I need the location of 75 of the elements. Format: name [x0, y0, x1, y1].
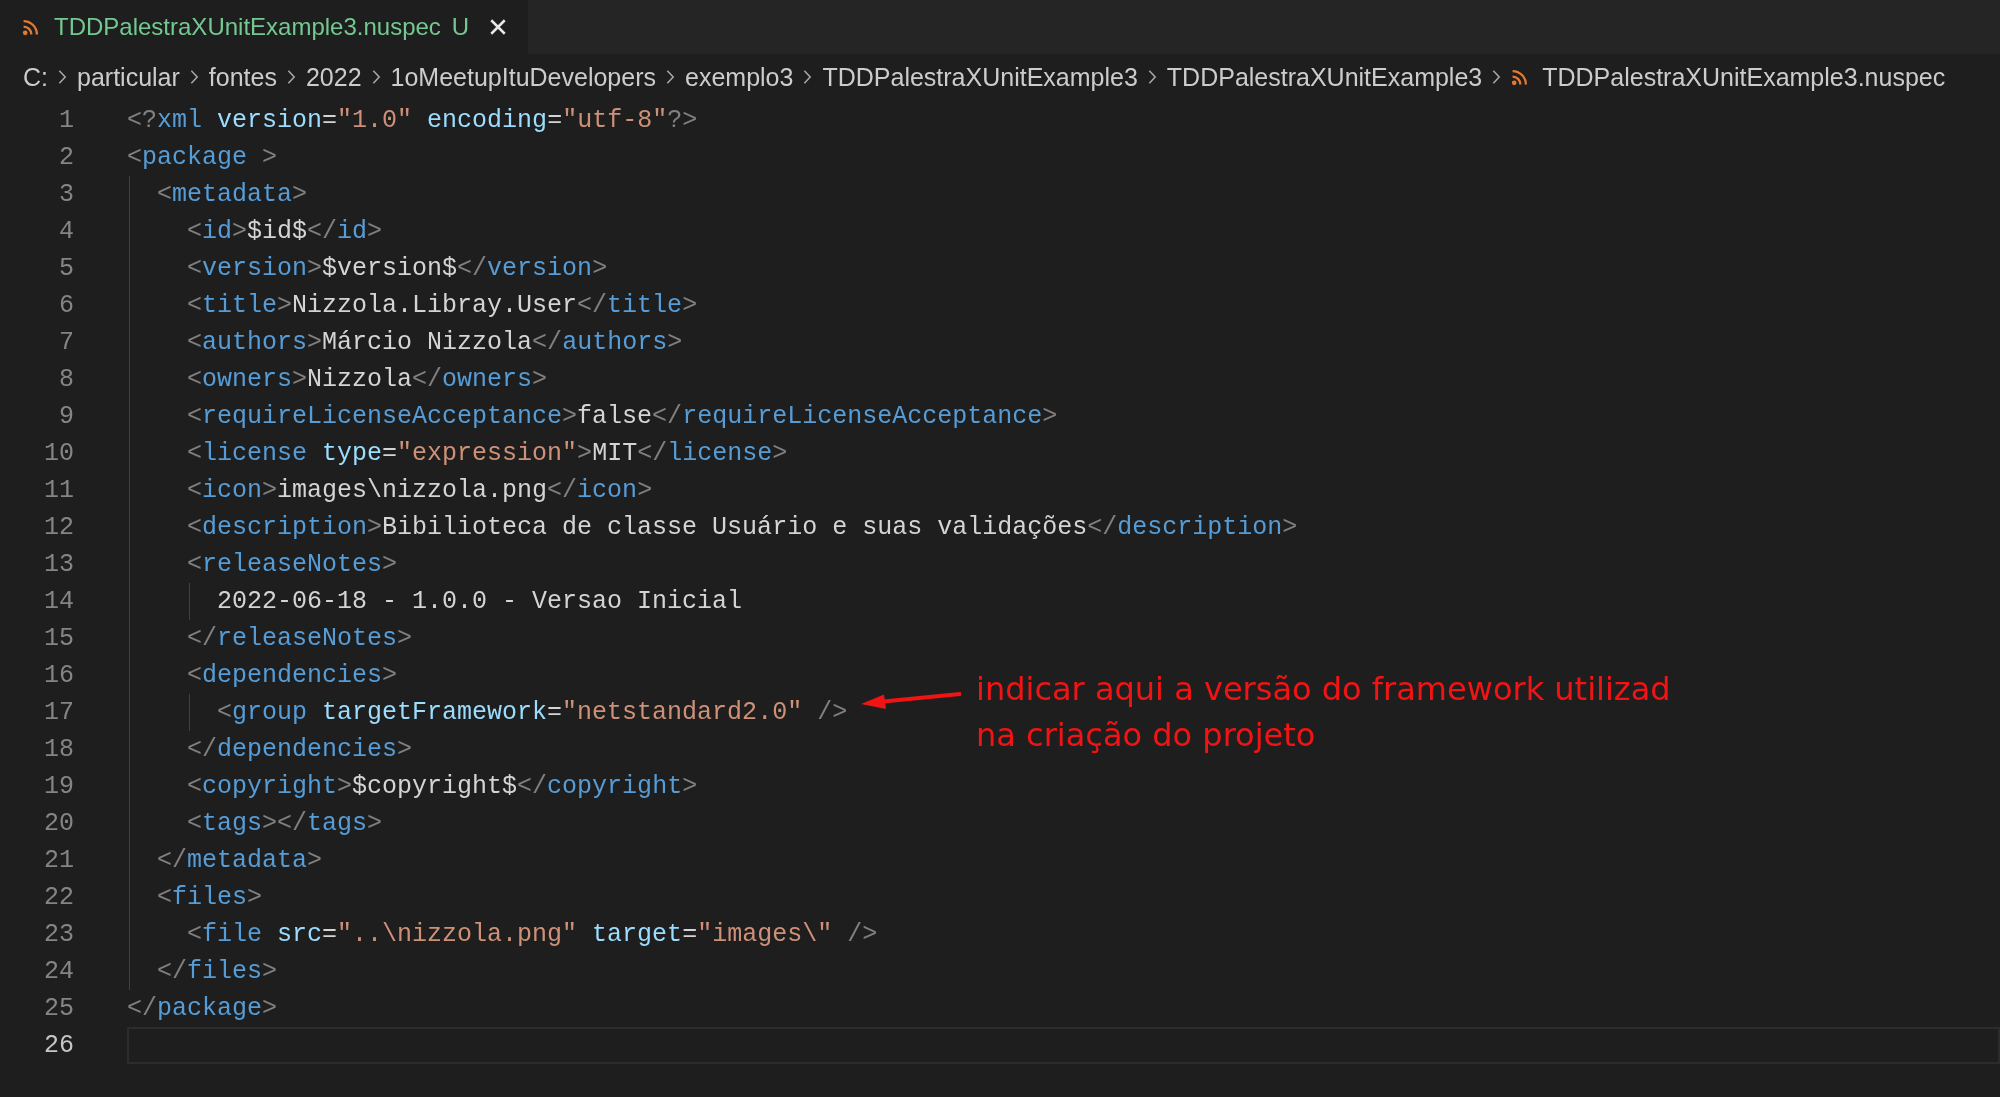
line-number: 16 — [43, 661, 74, 690]
line-number: 8 — [58, 365, 74, 394]
breadcrumb-item[interactable]: particular — [77, 62, 180, 92]
breadcrumb-item[interactable]: TDDPalestraXUnitExample3 — [1166, 62, 1483, 92]
code-line: </files> — [157, 957, 278, 986]
code-line: <releaseNotes> — [187, 550, 398, 579]
code-line: <owners>Nizzola</owners> — [187, 365, 548, 394]
line-number: 26 — [43, 1031, 74, 1060]
code-line: <license type="expression">MIT</license> — [187, 439, 788, 468]
code-line: </dependencies> — [187, 735, 413, 764]
rss-icon — [22, 18, 39, 36]
chevron-icon — [666, 69, 675, 85]
line-number: 20 — [43, 809, 74, 838]
code-line: </metadata> — [157, 846, 323, 875]
breadcrumb-item[interactable]: 1oMeetupItuDevelopers — [390, 62, 656, 92]
line-number: 22 — [43, 883, 74, 912]
line-number: 3 — [58, 180, 74, 209]
code-line: <copyright>$copyright$</copyright> — [187, 772, 698, 801]
code-line: <authors>Márcio Nizzola</authors> — [187, 328, 683, 357]
line-number: 19 — [43, 772, 74, 801]
line-number: 18 — [43, 735, 74, 764]
code-line: <title>Nizzola.Libray.User</title> — [187, 291, 698, 320]
breadcrumb-item[interactable]: fontes — [208, 62, 277, 92]
line-number: 17 — [43, 698, 74, 727]
breadcrumb-item[interactable]: TDDPalestraXUnitExample3.nuspec — [1511, 62, 1946, 92]
code-line: <dependencies> — [187, 661, 398, 690]
line-number: 25 — [43, 994, 74, 1023]
code-line: </package> — [127, 994, 278, 1023]
chevron-icon — [1492, 69, 1502, 85]
line-number: 2 — [58, 143, 74, 172]
code-line: <description>Bibilioteca de classe Usuário e suas validações</description> — [187, 513, 1298, 542]
code-line: <metadata> — [157, 180, 308, 209]
editor-tab[interactable]: TDDPalestraXUnitExample3.nuspec U — [0, 0, 529, 54]
line-number: 6 — [58, 291, 74, 320]
line-number: 12 — [43, 513, 74, 542]
code-line: <files> — [157, 883, 263, 912]
breadcrumb-item[interactable]: C: — [23, 62, 48, 92]
line-number: 21 — [43, 846, 74, 875]
chevron-icon — [371, 69, 381, 85]
code-line: <id>$id$</id> — [187, 217, 383, 246]
close-icon — [489, 18, 508, 36]
line-number: 13 — [43, 550, 74, 579]
line-number: 10 — [43, 439, 74, 468]
code-line: <tags></tags> — [187, 809, 383, 838]
code-line: <icon>images\nizzola.png</icon> — [187, 476, 653, 505]
breadcrumb-item[interactable]: exemplo3 — [685, 62, 794, 92]
line-number: 23 — [43, 920, 74, 949]
code-line: <requireLicenseAcceptance>false</requireLicenseAcceptance> — [187, 402, 1058, 431]
breadcrumb-item[interactable]: 2022 — [305, 62, 362, 92]
chevron-icon — [803, 69, 813, 85]
line-number: 4 — [58, 217, 74, 246]
arrow-icon — [861, 690, 961, 710]
line-number: 14 — [43, 587, 74, 616]
line-number: 9 — [58, 402, 74, 431]
chevron-icon — [1147, 69, 1157, 85]
code-line: <version>$version$</version> — [187, 254, 608, 283]
code-line: <package > — [127, 143, 278, 172]
line-number: 5 — [58, 254, 74, 283]
code-line: <group targetFramework="netstandard2.0" /> — [217, 698, 848, 727]
line-number: 11 — [43, 476, 74, 505]
chevron-icon — [58, 69, 67, 85]
status-letter: U — [451, 13, 470, 41]
breadcrumb-item[interactable]: TDDPalestraXUnitExample3 — [822, 62, 1138, 92]
line-number: 1 — [58, 106, 74, 135]
line-number: 24 — [43, 957, 74, 986]
code-line: <?xml version="1.0" encoding="utf-8"?> — [127, 106, 698, 135]
code-line: 2022-06-18 - 1.0.0 - Versao Inicial — [217, 587, 743, 616]
chevron-icon — [286, 69, 296, 85]
line-number: 15 — [43, 624, 74, 653]
annotation-text: indicar aqui a versão do framework utilizad na criação do projeto — [976, 669, 1671, 756]
chevron-icon — [189, 69, 199, 85]
code-line: </releaseNotes> — [187, 624, 413, 653]
code-line: <file src="..\nizzola.png" target="images\" /> — [187, 920, 878, 949]
rss-icon — [1511, 68, 1529, 86]
line-number: 7 — [58, 328, 74, 357]
